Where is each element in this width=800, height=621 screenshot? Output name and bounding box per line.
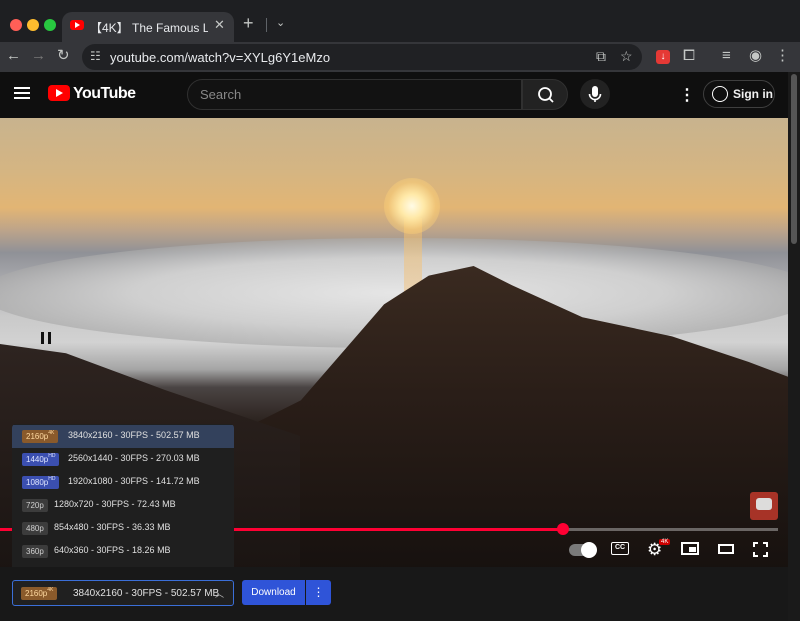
tab-strip: 【4K】 The Famous Landscape ✕ + ⌄ xyxy=(0,0,800,42)
quality-option-text: 640x360 - 30FPS - 18.26 MB xyxy=(54,545,171,555)
search-icon xyxy=(538,87,554,103)
subtitles-button[interactable]: CC xyxy=(611,542,629,555)
quality-option-badge: 1080pHD xyxy=(22,476,60,489)
youtube-wordmark[interactable]: YouTube xyxy=(73,85,136,103)
quality-badge: 4K xyxy=(659,539,671,545)
fullscreen-icon[interactable] xyxy=(753,542,768,557)
quality-option[interactable]: 1080pHD 1920x1080 - 30FPS - 141.72 MB xyxy=(12,471,234,494)
quality-option-text: 1920x1080 - 30FPS - 141.72 MB xyxy=(68,476,200,486)
quality-select[interactable]: 2160p4K 3840x2160 - 30FPS - 502.57 MB ︿ xyxy=(12,580,234,606)
tab-title: 【4K】 The Famous Landscape xyxy=(90,21,208,35)
miniplayer-icon[interactable] xyxy=(681,542,699,555)
downloader-bar: 2160p4K 3840x2160 - 30FPS - 502.57 MB ︿ … xyxy=(0,567,788,621)
url-text[interactable]: youtube.com/watch?v=XYLg6Y1eMzo xyxy=(110,50,330,65)
settings-more-icon[interactable]: ⋮ xyxy=(679,85,695,105)
maximize-window-button[interactable] xyxy=(44,19,56,31)
search-button[interactable] xyxy=(522,79,568,110)
tab-close-icon[interactable]: ✕ xyxy=(214,17,225,33)
downloader-extension-icon[interactable]: ↓ xyxy=(656,50,670,64)
quality-option-badge: 360p xyxy=(22,545,48,558)
chevron-up-icon: ︿ xyxy=(215,589,225,599)
hamburger-menu-icon[interactable] xyxy=(14,87,30,99)
cast-icon[interactable]: ⧉ xyxy=(596,48,606,65)
microphone-icon xyxy=(588,86,602,102)
download-button[interactable]: Download xyxy=(242,580,305,605)
search-placeholder: Search xyxy=(200,87,242,102)
quality-option[interactable]: 720p 1280x720 - 30FPS - 72.43 MB xyxy=(12,494,234,517)
quality-option-text: 3840x2160 - 30FPS - 502.57 MB xyxy=(68,430,200,440)
chrome-menu-icon[interactable]: ⋮ xyxy=(775,47,790,65)
theater-mode-icon[interactable] xyxy=(718,544,734,554)
voice-search-button[interactable] xyxy=(580,79,610,109)
youtube-favicon-icon xyxy=(70,20,84,30)
video-hikers xyxy=(40,330,54,344)
browser-toolbar: ← → ↻ ☷ youtube.com/watch?v=XYLg6Y1eMzo … xyxy=(0,42,800,72)
subscribe-watermark-icon[interactable] xyxy=(750,492,778,520)
quality-dropdown-list[interactable]: 2160p4K 3840x2160 - 30FPS - 502.57 MB 1440… xyxy=(12,424,234,578)
youtube-header: YouTube Search ⋮ Sign in xyxy=(0,72,788,118)
youtube-logo-icon[interactable] xyxy=(48,85,70,101)
browser-tab[interactable]: 【4K】 The Famous Landscape ✕ xyxy=(62,12,234,42)
selected-quality-text: 3840x2160 - 30FPS - 502.57 MB xyxy=(73,588,220,599)
browser-window: 【4K】 The Famous Landscape ✕ + ⌄ ← → ↻ ☷ … xyxy=(0,0,800,621)
forward-arrow-icon[interactable]: → xyxy=(31,47,46,65)
tab-divider xyxy=(266,18,267,32)
minimize-window-button[interactable] xyxy=(27,19,39,31)
sign-in-label: Sign in xyxy=(733,87,773,101)
search-input[interactable]: Search xyxy=(187,79,522,110)
reload-icon[interactable]: ↻ xyxy=(57,47,70,65)
quality-option[interactable]: 480p 854x480 - 30FPS - 36.33 MB xyxy=(12,517,234,540)
quality-option-text: 2560x1440 - 30FPS - 270.03 MB xyxy=(68,453,200,463)
address-bar[interactable]: ☷ youtube.com/watch?v=XYLg6Y1eMzo ⧉ ☆ xyxy=(82,44,642,70)
quality-option-badge: 1440pHD xyxy=(22,453,60,466)
selected-quality-badge: 2160p4K xyxy=(21,587,58,600)
account-icon xyxy=(712,86,728,102)
new-tab-button[interactable]: + xyxy=(243,14,254,32)
sign-in-button[interactable]: Sign in xyxy=(703,80,775,108)
profile-icon[interactable]: ◉ xyxy=(749,47,762,65)
autoplay-toggle[interactable] xyxy=(569,542,597,558)
media-controls-icon[interactable]: ≡ xyxy=(722,47,731,65)
page-scrollbar-thumb[interactable] xyxy=(791,74,797,244)
quality-option-badge: 2160p4K xyxy=(22,430,59,443)
quality-option-text: 854x480 - 30FPS - 36.33 MB xyxy=(54,522,171,532)
quality-option-badge: 720p xyxy=(22,499,48,512)
bookmark-star-icon[interactable]: ☆ xyxy=(620,48,633,65)
back-arrow-icon[interactable]: ← xyxy=(6,47,21,65)
site-info-icon[interactable]: ☷ xyxy=(90,49,101,63)
extensions-puzzle-icon[interactable]: ⧠ xyxy=(683,47,695,65)
download-options-button[interactable]: ⋮ xyxy=(306,580,331,605)
quality-option[interactable]: 2160p4K 3840x2160 - 30FPS - 502.57 MB xyxy=(12,425,234,448)
quality-option-text: 1280x720 - 30FPS - 72.43 MB xyxy=(54,499,176,509)
close-window-button[interactable] xyxy=(10,19,22,31)
page-scrollbar[interactable] xyxy=(788,72,800,621)
tab-search-button[interactable]: ⌄ xyxy=(276,16,285,29)
quality-option[interactable]: 1440pHD 2560x1440 - 30FPS - 270.03 MB xyxy=(12,448,234,471)
video-sun xyxy=(384,178,440,234)
quality-option[interactable]: 360p 640x360 - 30FPS - 18.26 MB xyxy=(12,540,234,563)
quality-option-badge: 480p xyxy=(22,522,48,535)
